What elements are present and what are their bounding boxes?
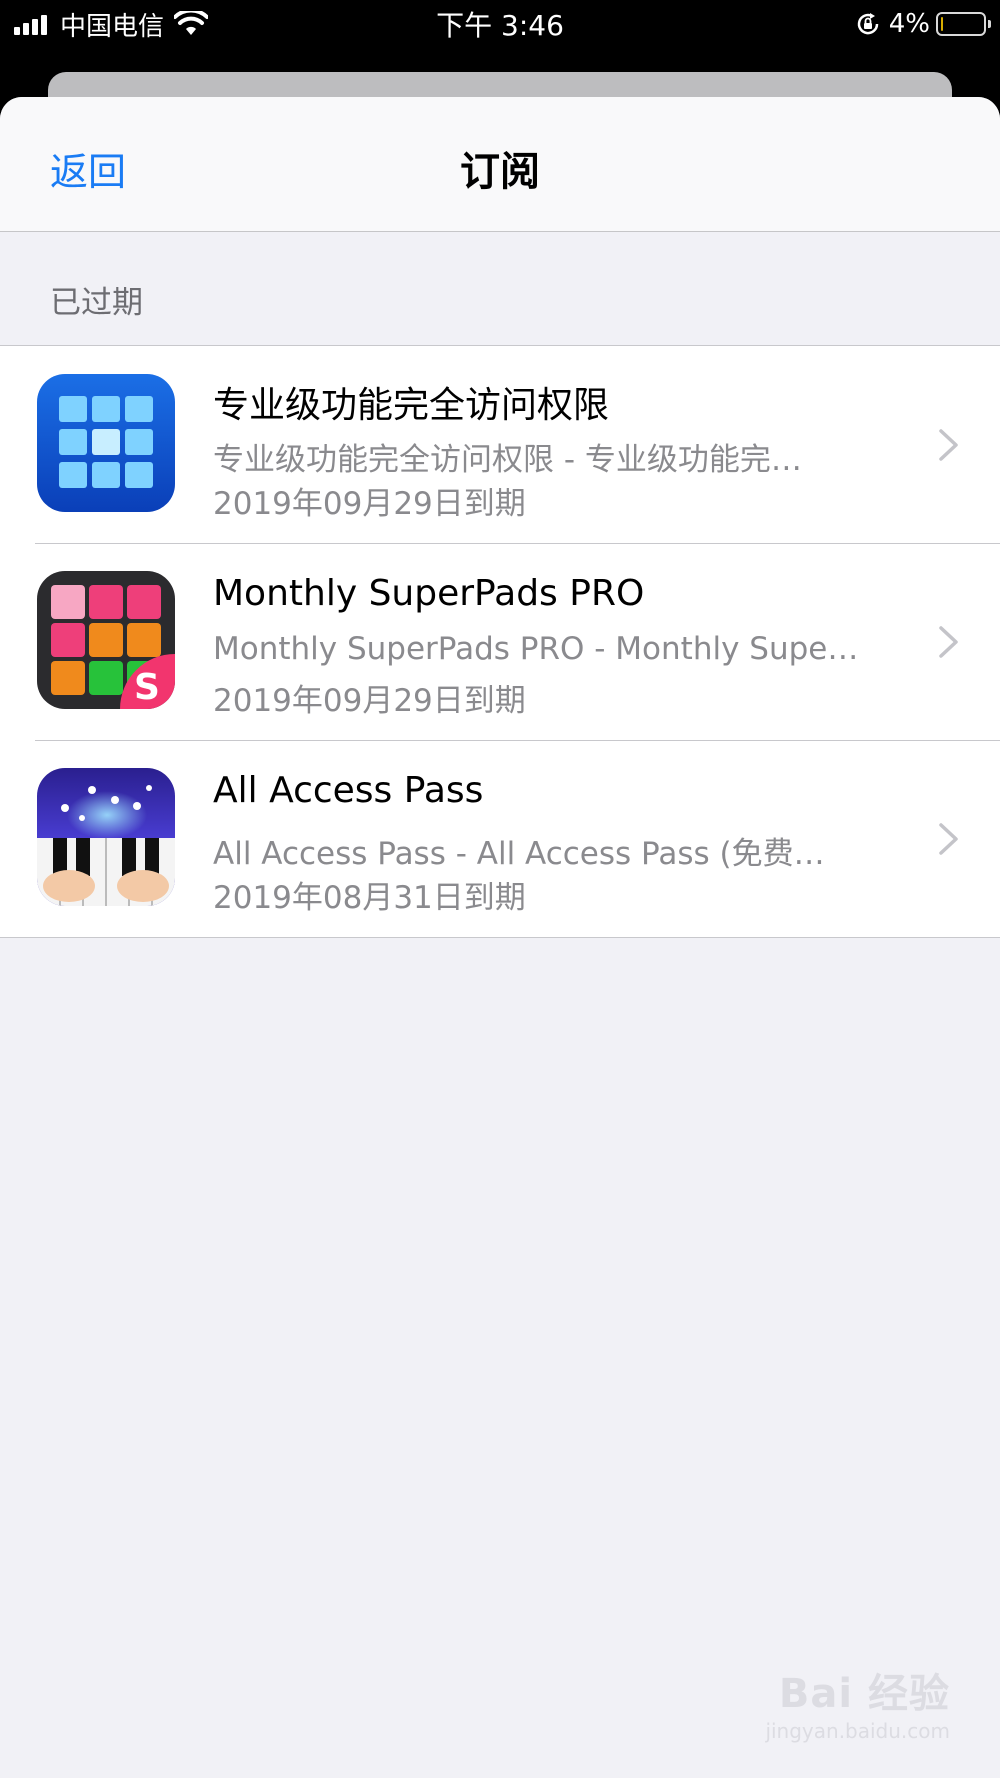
subscription-subtitle: All Access Pass - All Access Pass (免费…: [213, 836, 825, 872]
superpads-badge-letter: S: [134, 667, 160, 708]
superpads-app-icon: S: [37, 571, 175, 709]
chevron-right-icon: [939, 429, 958, 461]
status-bar: 中国电信 下午 3:46 4%: [0, 0, 1000, 50]
chevron-right-icon: [939, 626, 958, 658]
piano-app-icon: [37, 768, 175, 906]
watermark-logo-text: Bai 经验: [778, 1671, 950, 1717]
battery-level: [941, 17, 943, 31]
subscriptions-sheet: 返回 订阅 已过期 专业级功能完全访问权限 专业级功能完全访问权限 - 专业级功…: [0, 97, 1000, 1778]
page-title: 订阅: [460, 149, 540, 195]
navigation-bar: 返回 订阅: [0, 97, 1000, 232]
subscription-row[interactable]: All Access Pass All Access Pass - All Ac…: [0, 740, 1000, 937]
battery-icon: [936, 12, 991, 36]
rotation-lock-icon: [857, 13, 879, 35]
subscription-list: 专业级功能完全访问权限 专业级功能完全访问权限 - 专业级功能完… 2019年0…: [0, 345, 1000, 938]
subscription-subtitle: Monthly SuperPads PRO - Monthly Supe…: [213, 631, 859, 667]
watermark-url: jingyan.baidu.com: [765, 1719, 950, 1743]
subscription-title: All Access Pass: [213, 770, 484, 811]
subscription-expiry: 2019年09月29日到期: [213, 486, 526, 522]
status-right: 4%: [855, 6, 991, 42]
subscription-title: Monthly SuperPads PRO: [213, 573, 645, 614]
subscription-expiry: 2019年09月29日到期: [213, 683, 526, 719]
status-time: 下午 3:46: [436, 9, 564, 42]
subscription-row[interactable]: S Monthly SuperPads PRO Monthly SuperPad…: [0, 543, 1000, 740]
blue-grid-app-icon: [37, 374, 175, 512]
section-header-expired: 已过期: [50, 285, 143, 321]
subscription-expiry: 2019年08月31日到期: [213, 880, 526, 916]
subscription-row[interactable]: 专业级功能完全访问权限 专业级功能完全访问权限 - 专业级功能完… 2019年0…: [0, 346, 1000, 543]
subscription-title: 专业级功能完全访问权限: [213, 385, 610, 426]
subscription-subtitle: 专业级功能完全访问权限 - 专业级功能完…: [213, 442, 802, 478]
battery-percent: 4%: [888, 9, 930, 39]
chevron-right-icon: [939, 823, 958, 855]
watermark: Bai 经验 jingyan.baidu.com: [765, 1661, 950, 1743]
